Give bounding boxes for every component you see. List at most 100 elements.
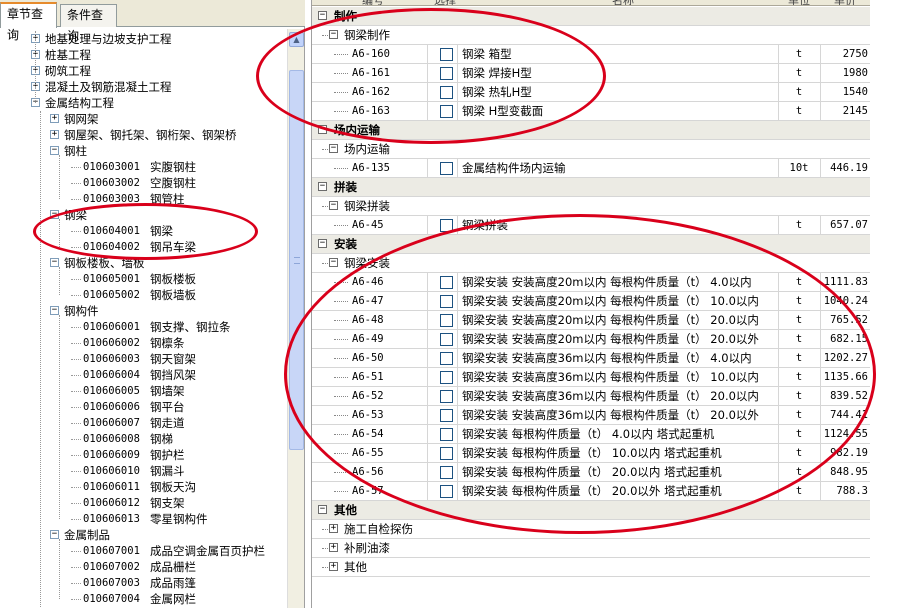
- grid-column-separator: [778, 45, 779, 64]
- collapse-icon[interactable]: −: [318, 505, 327, 514]
- expand-icon[interactable]: +: [329, 524, 338, 533]
- select-checkbox[interactable]: [440, 48, 453, 61]
- select-checkbox[interactable]: [440, 371, 453, 384]
- column-header-price[interactable]: 单价: [834, 0, 856, 5]
- section-row-3[interactable]: − 安装: [312, 235, 871, 254]
- collapse-icon[interactable]: −: [50, 306, 59, 315]
- scroll-up-arrow-icon[interactable]: ▲: [289, 32, 304, 47]
- select-checkbox[interactable]: [440, 162, 453, 175]
- section-row-2[interactable]: − 拼装: [312, 178, 871, 197]
- select-checkbox[interactable]: [440, 276, 453, 289]
- quota-row[interactable]: A6-46 钢梁安装 安装高度20m以内 每根构件质量（t） 4.0以内 t 1111…: [312, 273, 871, 292]
- collapse-icon[interactable]: −: [50, 258, 59, 267]
- quota-row[interactable]: A6-51 钢梁安装 安装高度36m以内 每根构件质量（t） 10.0以内 t 113…: [312, 368, 871, 387]
- collapse-icon[interactable]: −: [329, 30, 338, 39]
- collapse-icon[interactable]: −: [50, 210, 59, 219]
- tree-leaf-code: 010606012: [83, 497, 140, 509]
- collapse-icon[interactable]: −: [318, 11, 327, 20]
- tree-branch-line: [334, 282, 348, 283]
- select-checkbox[interactable]: [440, 295, 453, 308]
- tree-leaf-name: 钢天窗架: [150, 352, 196, 366]
- quota-row[interactable]: A6-48 钢梁安装 安装高度20m以内 每根构件质量（t） 20.0以内 t 765…: [312, 311, 871, 330]
- tab-chapter-query[interactable]: 章节查询: [0, 2, 57, 42]
- column-header-unit[interactable]: 单位: [788, 0, 810, 5]
- tree-node-label: 地基处理与边坡支护工程: [45, 32, 172, 46]
- tree-branch-line: [71, 343, 81, 344]
- tree-branch-line: [334, 434, 348, 435]
- quota-row[interactable]: A6-160 钢梁 箱型 t 2750: [312, 45, 871, 64]
- column-header-name[interactable]: 名称: [612, 0, 634, 5]
- quota-row[interactable]: A6-47 钢梁安装 安装高度20m以内 每根构件质量（t） 10.0以内 t 104…: [312, 292, 871, 311]
- column-header-code[interactable]: 编号: [362, 0, 384, 5]
- select-checkbox[interactable]: [440, 466, 453, 479]
- section-row-0[interactable]: − 制作: [312, 7, 871, 26]
- quota-price: 1124.55: [823, 428, 868, 440]
- quota-row[interactable]: A6-56 钢梁安装 每根构件质量（t） 20.0以内 塔式起重机 t 848.95: [312, 463, 871, 482]
- quota-row[interactable]: A6-57 钢梁安装 每根构件质量（t） 20.0以外 塔式起重机 t 788.3: [312, 482, 871, 501]
- quota-row[interactable]: A6-53 钢梁安装 安装高度36m以内 每根构件质量（t） 20.0以外 t 744…: [312, 406, 871, 425]
- collapse-icon[interactable]: −: [329, 258, 338, 267]
- select-checkbox[interactable]: [440, 447, 453, 460]
- tree-scrollbar[interactable]: ▲: [287, 29, 304, 608]
- quota-code: A6-52: [352, 390, 384, 402]
- quota-unit: t: [795, 390, 803, 402]
- quota-grid: − 制作 − 钢梁制作 A6-160 钢梁 箱型 t 2750 A6-161 钢梁 焊接H型 t 19…: [312, 7, 871, 577]
- quota-name: 金属结构件场内运输: [462, 161, 566, 175]
- select-checkbox[interactable]: [440, 409, 453, 422]
- grid-column-separator: [427, 102, 428, 121]
- select-checkbox[interactable]: [440, 314, 453, 327]
- expand-icon[interactable]: +: [50, 114, 59, 123]
- quota-row[interactable]: A6-45 钢梁拼装 t 657.07: [312, 216, 871, 235]
- collapse-icon[interactable]: −: [318, 239, 327, 248]
- tree-leaf-code: 010606009: [83, 449, 140, 461]
- quota-row[interactable]: A6-52 钢梁安装 安装高度36m以内 每根构件质量（t） 20.0以内 t 839…: [312, 387, 871, 406]
- group-row[interactable]: − 场内运输: [312, 140, 871, 159]
- select-checkbox[interactable]: [440, 485, 453, 498]
- collapse-icon[interactable]: −: [50, 146, 59, 155]
- quota-code: A6-50: [352, 352, 384, 364]
- tree-leaf-name: 实腹钢柱: [150, 160, 196, 174]
- tree-branch-line: [334, 225, 348, 226]
- tree-node-label: 钢板楼板、墙板: [64, 256, 145, 270]
- scroll-thumb[interactable]: [289, 70, 304, 450]
- quota-row[interactable]: A6-54 钢梁安装 每根构件质量（t） 4.0以内 塔式起重机 t 1124.55: [312, 425, 871, 444]
- expand-icon[interactable]: +: [329, 543, 338, 552]
- expand-icon[interactable]: +: [329, 562, 338, 571]
- select-checkbox[interactable]: [440, 219, 453, 232]
- quota-row[interactable]: A6-162 钢梁 热轧H型 t 1540: [312, 83, 871, 102]
- group-row[interactable]: − 钢梁制作: [312, 26, 871, 45]
- group-row[interactable]: + 补刷油漆: [312, 539, 871, 558]
- section-row-1[interactable]: − 场内运输: [312, 121, 871, 140]
- collapse-icon[interactable]: −: [329, 201, 338, 210]
- quota-row[interactable]: A6-50 钢梁安装 安装高度36m以内 每根构件质量（t） 4.0以内 t 1202…: [312, 349, 871, 368]
- collapse-icon[interactable]: −: [50, 530, 59, 539]
- column-header-select[interactable]: 选择: [434, 0, 456, 5]
- quota-code: A6-54: [352, 428, 384, 440]
- select-checkbox[interactable]: [440, 428, 453, 441]
- collapse-icon[interactable]: −: [318, 125, 327, 134]
- select-checkbox[interactable]: [440, 333, 453, 346]
- quota-row[interactable]: A6-49 钢梁安装 安装高度20m以内 每根构件质量（t） 20.0以外 t 682…: [312, 330, 871, 349]
- group-row[interactable]: − 钢梁安装: [312, 254, 871, 273]
- grid-column-separator: [457, 368, 458, 387]
- section-title: 其他: [334, 503, 357, 517]
- quota-unit: 10t: [789, 162, 809, 174]
- collapse-icon[interactable]: −: [329, 144, 338, 153]
- select-checkbox[interactable]: [440, 105, 453, 118]
- select-checkbox[interactable]: [440, 390, 453, 403]
- expand-icon[interactable]: +: [50, 130, 59, 139]
- tab-condition-query[interactable]: 条件查询: [60, 4, 117, 43]
- quota-row[interactable]: A6-55 钢梁安装 每根构件质量（t） 10.0以内 塔式起重机 t 982.19: [312, 444, 871, 463]
- select-checkbox[interactable]: [440, 67, 453, 80]
- quota-row[interactable]: A6-135 金属结构件场内运输 10t 446.19: [312, 159, 871, 178]
- section-row-4[interactable]: − 其他: [312, 501, 871, 520]
- tree-branch-line: [71, 247, 81, 248]
- quota-row[interactable]: A6-161 钢梁 焊接H型 t 1980: [312, 64, 871, 83]
- group-row[interactable]: + 施工自检探伤: [312, 520, 871, 539]
- select-checkbox[interactable]: [440, 352, 453, 365]
- group-row[interactable]: + 其他: [312, 558, 871, 577]
- select-checkbox[interactable]: [440, 86, 453, 99]
- quota-row[interactable]: A6-163 钢梁 H型变截面 t 2145: [312, 102, 871, 121]
- collapse-icon[interactable]: −: [318, 182, 327, 191]
- group-row[interactable]: − 钢梁拼装: [312, 197, 871, 216]
